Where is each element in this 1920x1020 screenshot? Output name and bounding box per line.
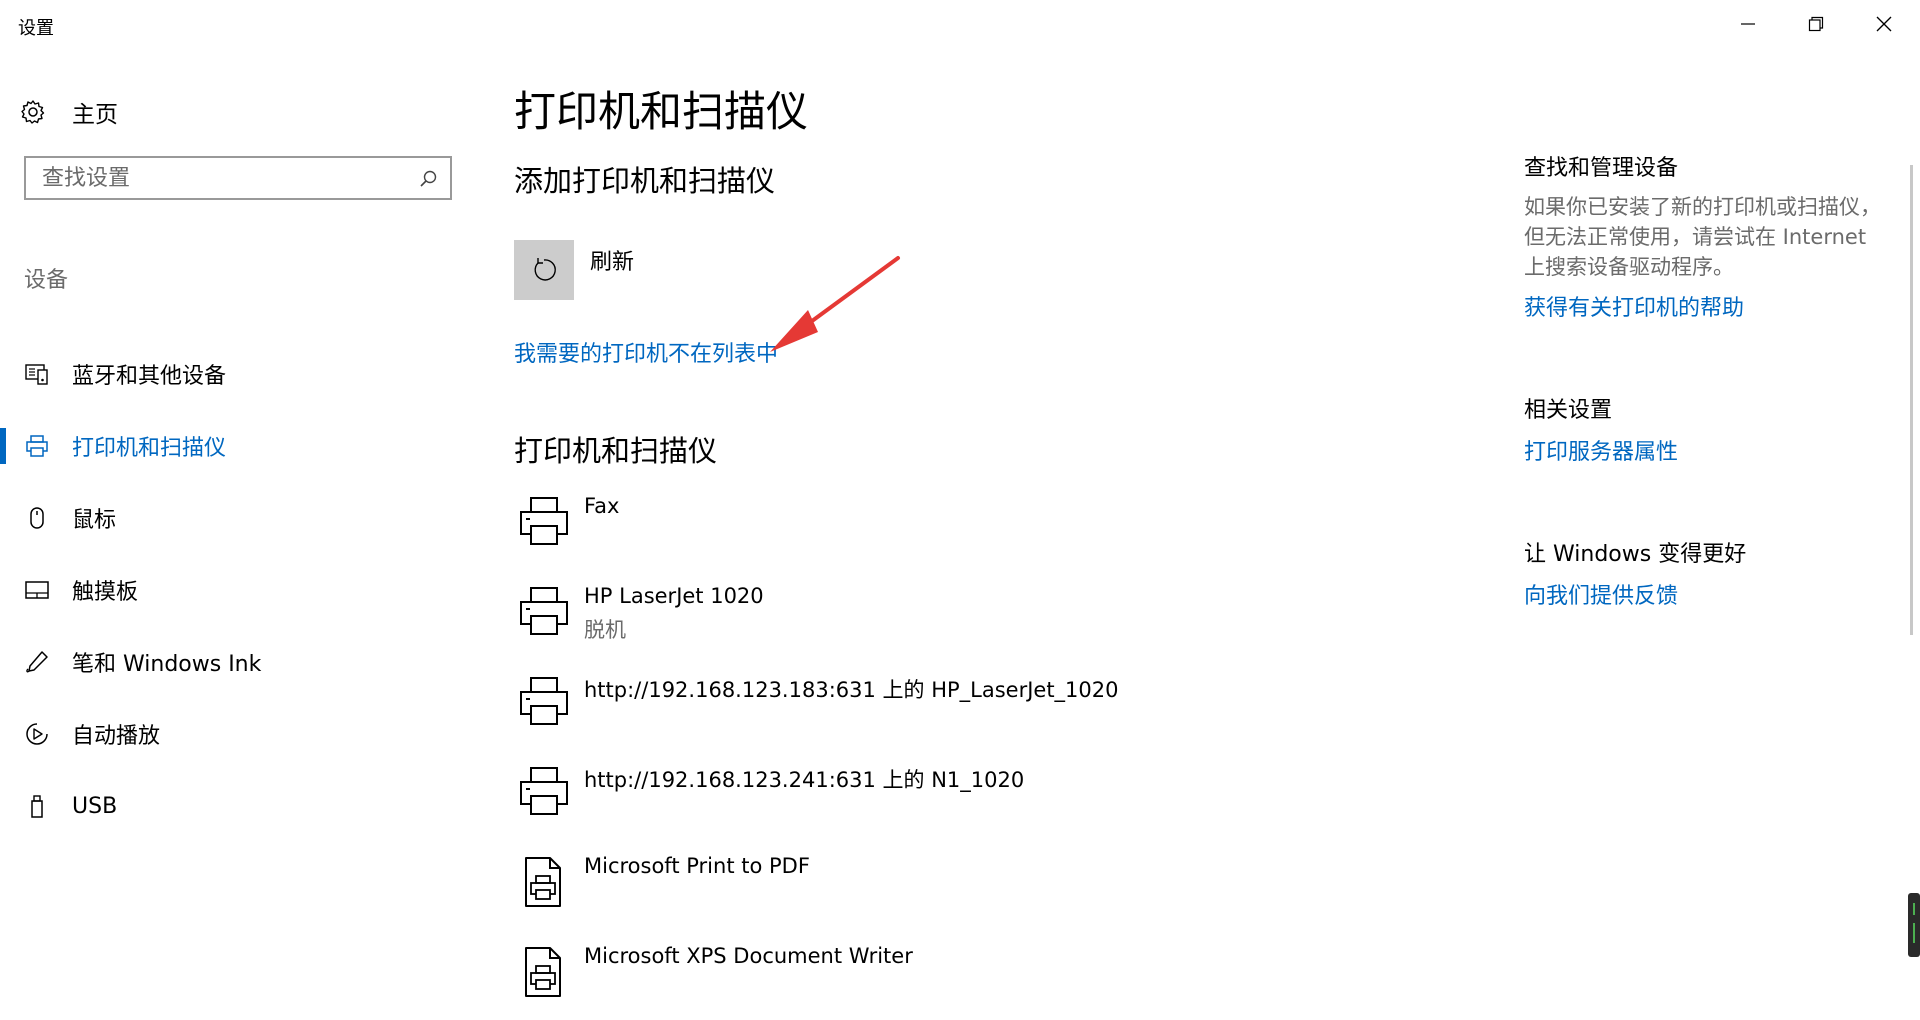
printer-icon bbox=[24, 433, 50, 459]
usb-icon bbox=[24, 793, 50, 819]
printer-not-listed-link[interactable]: 我需要的打印机不在列表中 bbox=[514, 336, 778, 368]
feedback-link[interactable]: 向我们提供反馈 bbox=[1524, 578, 1678, 610]
document-printer-icon bbox=[525, 857, 561, 907]
sidebar-item-usb[interactable]: USB bbox=[0, 770, 480, 842]
sidebar-item-label: 触摸板 bbox=[72, 580, 139, 605]
add-printers-heading: 添加打印机和扫描仪 bbox=[514, 164, 776, 198]
device-name: http://192.168.123.183:631 上的 HP_LaserJe… bbox=[584, 678, 1119, 702]
sidebar: 主页 设备 bbox=[0, 48, 480, 1020]
printers-list-heading: 打印机和扫描仪 bbox=[514, 434, 718, 468]
sidebar-nav: 蓝牙和其他设备 打印机和扫描仪 鼠标 触摸板 笔和 Windows Ink 自动… bbox=[0, 338, 480, 842]
document-printer-icon bbox=[525, 947, 561, 997]
sidebar-item-label: USB bbox=[72, 793, 118, 819]
printer-icon bbox=[520, 497, 568, 545]
pen-icon bbox=[24, 649, 50, 675]
refresh-label[interactable]: 刷新 bbox=[590, 244, 634, 276]
device-item[interactable]: Microsoft XPS Document Writer bbox=[514, 936, 1474, 1020]
device-name: Fax bbox=[584, 494, 620, 518]
minimize-icon bbox=[1741, 23, 1755, 25]
refresh-icon bbox=[534, 258, 556, 281]
gear-icon bbox=[21, 100, 45, 124]
sidebar-item-bluetooth[interactable]: 蓝牙和其他设备 bbox=[0, 338, 480, 410]
home-label: 主页 bbox=[72, 102, 118, 128]
minimize-button[interactable] bbox=[1714, 0, 1782, 48]
device-name: http://192.168.123.241:631 上的 N1_1020 bbox=[584, 768, 1025, 792]
main-content: 打印机和扫描仪 添加打印机和扫描仪 刷新 我需要的打印机不在列表中 打印机和扫描… bbox=[514, 48, 1474, 1020]
manage-devices-heading: 查找和管理设备 bbox=[1524, 156, 1679, 181]
sidebar-item-printers[interactable]: 打印机和扫描仪 bbox=[0, 410, 480, 482]
scrollbar[interactable] bbox=[1910, 165, 1913, 635]
restore-icon bbox=[1808, 16, 1824, 32]
device-name: Microsoft Print to PDF bbox=[584, 854, 810, 878]
title-bar: 设置 bbox=[0, 0, 1920, 48]
active-indicator bbox=[0, 428, 6, 464]
printer-help-link[interactable]: 获得有关打印机的帮助 bbox=[1524, 290, 1744, 322]
side-widget[interactable] bbox=[1908, 893, 1920, 957]
device-item[interactable]: HP LaserJet 1020 脱机 bbox=[514, 576, 1474, 666]
sidebar-item-label: 自动播放 bbox=[72, 724, 161, 749]
device-item[interactable]: http://192.168.123.241:631 上的 N1_1020 bbox=[514, 756, 1474, 846]
sidebar-item-label: 打印机和扫描仪 bbox=[72, 436, 227, 461]
printer-icon bbox=[520, 677, 568, 725]
device-item[interactable]: http://192.168.123.183:631 上的 HP_LaserJe… bbox=[514, 666, 1474, 756]
sidebar-item-label: 蓝牙和其他设备 bbox=[72, 364, 227, 389]
restore-button[interactable] bbox=[1782, 0, 1850, 48]
search-icon[interactable] bbox=[418, 169, 438, 189]
device-name: HP LaserJet 1020 bbox=[584, 584, 764, 608]
related-pane: 查找和管理设备 如果你已安装了新的打印机或扫描仪，但无法正常使用，请尝试在 In… bbox=[1524, 48, 1904, 1020]
page-title: 打印机和扫描仪 bbox=[514, 87, 809, 136]
device-item[interactable]: Microsoft Print to PDF bbox=[514, 846, 1474, 936]
home-nav-item[interactable]: 主页 bbox=[20, 92, 118, 132]
sidebar-item-touchpad[interactable]: 触摸板 bbox=[0, 554, 480, 626]
manage-devices-text: 如果你已安装了新的打印机或扫描仪，但无法正常使用，请尝试在 Internet 上… bbox=[1524, 195, 1881, 279]
sidebar-item-label: 鼠标 bbox=[72, 508, 117, 533]
sidebar-item-label: 笔和 Windows Ink bbox=[72, 652, 262, 677]
sidebar-item-autoplay[interactable]: 自动播放 bbox=[0, 698, 480, 770]
touchpad-icon bbox=[24, 577, 50, 603]
device-name: Microsoft XPS Document Writer bbox=[584, 944, 913, 968]
autoplay-icon bbox=[24, 721, 50, 747]
print-server-properties-link[interactable]: 打印服务器属性 bbox=[1524, 434, 1678, 466]
device-list: Fax HP LaserJet 1020 脱机 http://192.168.1… bbox=[514, 486, 1474, 1020]
device-status: 脱机 bbox=[584, 618, 626, 642]
sidebar-item-mouse[interactable]: 鼠标 bbox=[0, 482, 480, 554]
printer-icon bbox=[520, 587, 568, 635]
bluetooth-devices-icon bbox=[24, 361, 50, 387]
mouse-icon bbox=[24, 505, 50, 531]
window-title: 设置 bbox=[18, 18, 54, 39]
related-settings-heading: 相关设置 bbox=[1524, 398, 1613, 423]
search-box[interactable] bbox=[24, 156, 452, 200]
settings-window: 设置 主页 查找设置 设备 蓝牙和其他设备 打印机和扫描仪 鼠标 触摸板 笔和 … bbox=[0, 0, 1920, 1020]
device-item[interactable]: Fax bbox=[514, 486, 1474, 576]
close-button[interactable] bbox=[1850, 0, 1918, 48]
search-input[interactable] bbox=[26, 164, 414, 192]
refresh-button[interactable] bbox=[514, 240, 574, 300]
close-icon bbox=[1876, 16, 1892, 32]
section-label-devices: 设备 bbox=[24, 268, 69, 293]
sidebar-item-pen[interactable]: 笔和 Windows Ink bbox=[0, 626, 480, 698]
printer-icon bbox=[520, 767, 568, 815]
feedback-heading: 让 Windows 变得更好 bbox=[1524, 542, 1747, 567]
